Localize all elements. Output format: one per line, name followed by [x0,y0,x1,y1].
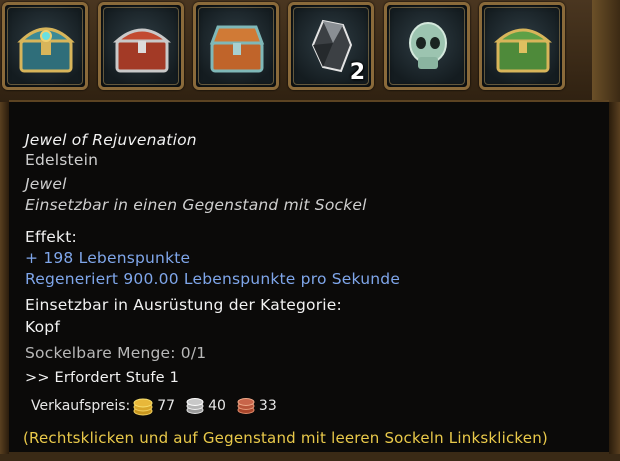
inventory-bar: 2 [0,0,620,108]
red-chest-icon [113,28,171,73]
effect-heading: Effekt: [25,228,77,246]
tooltip-frame-right [609,102,620,454]
gold-coins-icon [133,398,153,416]
inventory-slot-5[interactable] [384,2,470,90]
tooltip-frame-left [0,102,9,454]
item-tooltip: Jewel of Rejuvenation Edelstein Jewel Ei… [0,100,620,454]
green-chest-icon [494,28,552,73]
silver-coins-icon [186,398,204,414]
inventory-slot-3[interactable] [193,2,279,90]
item-usage: Einsetzbar in einen Gegenstand mit Socke… [25,196,367,214]
equip-heading: Einsetzbar in Ausrüstung der Kategorie: [25,296,342,314]
item-subcategory: Jewel [25,175,67,193]
usage-hint: (Rechtsklicken und auf Gegenstand mit le… [23,429,548,447]
equip-category: Kopf [25,318,60,336]
frame-edge [592,0,620,108]
effect-line-2: Regeneriert 900.00 Lebenspunkte pro Seku… [25,270,401,288]
item-name: Jewel of Rejuvenation [25,131,197,149]
inventory-slot-1[interactable] [2,2,88,90]
gold-amount: 77 [157,398,176,414]
copper-coins-icon [237,398,255,414]
inventory-slot-6[interactable] [479,2,565,90]
sell-price-label: Verkaufspreis: [31,398,131,414]
inventory-slot-4[interactable]: 2 [288,2,374,90]
sell-price: Verkaufspreis: 77 40 33 [31,395,285,417]
socket-amount: Sockelbare Menge: 0/1 [25,344,207,362]
skull-icon [409,22,447,69]
item-category: Edelstein [25,151,99,169]
silver-amount: 40 [208,398,226,414]
effect-line-1: + 198 Lebenspunkte [25,249,191,267]
level-requirement: >> Erfordert Stufe 1 [25,370,180,386]
teal-chest-icon [17,27,75,73]
copper-amount: 33 [258,398,277,414]
item-count: 2 [349,60,365,85]
inventory-slot-2[interactable] [98,2,184,90]
orange-chest-icon [209,25,265,73]
